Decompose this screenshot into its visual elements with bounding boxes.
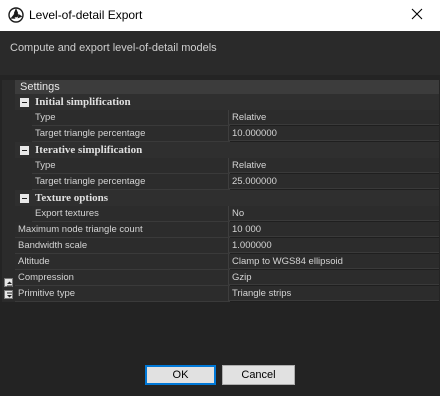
category-iterative-simplification[interactable]: Iterative simplification — [15, 142, 439, 158]
category-texture-options[interactable]: Texture options — [15, 190, 439, 206]
property-row[interactable]: Export textures No — [15, 206, 439, 222]
app-logo-icon — [8, 7, 24, 23]
ok-button[interactable]: OK — [145, 365, 216, 385]
settings-header: Settings — [15, 80, 439, 94]
settings-header-label: Settings — [20, 81, 60, 93]
property-value[interactable]: Relative — [228, 158, 439, 173]
category-label: Texture options — [35, 192, 109, 204]
property-row[interactable]: Primitive type Triangle strips — [15, 286, 439, 302]
property-row[interactable]: Type Relative — [15, 110, 439, 126]
property-value[interactable]: Clamp to WGS84 ellipsoid — [228, 254, 439, 269]
property-name: Type — [32, 158, 230, 174]
property-row[interactable]: Target triangle percentage 25.000000 — [15, 174, 439, 190]
property-value[interactable]: 25.000000 — [228, 174, 439, 189]
property-row[interactable]: Type Relative — [15, 158, 439, 174]
dialog-footer: OK Cancel — [0, 302, 440, 396]
property-value[interactable]: No — [228, 206, 439, 221]
lod-export-dialog: Level-of-detail Export Compute and expor… — [0, 0, 440, 396]
property-name: Bandwidth scale — [15, 238, 230, 254]
description-band: Compute and export level-of-detail model… — [0, 31, 440, 75]
collapse-icon[interactable] — [20, 146, 29, 155]
dialog-description: Compute and export level-of-detail model… — [10, 42, 217, 54]
collapse-icon[interactable] — [20, 194, 29, 203]
property-name: Altitude — [15, 254, 230, 270]
category-initial-simplification[interactable]: Initial simplification — [15, 94, 439, 110]
property-value[interactable]: Relative — [228, 110, 439, 125]
collapse-all-icon[interactable] — [4, 290, 13, 299]
property-row[interactable]: Maximum node triangle count 10 000 — [15, 222, 439, 238]
close-button[interactable] — [394, 0, 440, 31]
property-name: Export textures — [32, 206, 230, 222]
property-value[interactable]: 10 000 — [228, 222, 439, 237]
property-name: Maximum node triangle count — [15, 222, 230, 238]
property-row[interactable]: Bandwidth scale 1.000000 — [15, 238, 439, 254]
category-label: Initial simplification — [35, 96, 131, 108]
property-name: Compression — [15, 270, 230, 286]
cancel-button[interactable]: Cancel — [222, 365, 295, 385]
property-name: Type — [32, 110, 230, 126]
property-value[interactable]: 10.000000 — [228, 126, 439, 141]
category-label: Iterative simplification — [35, 144, 143, 156]
property-value[interactable]: Triangle strips — [228, 286, 439, 301]
property-name: Target triangle percentage — [32, 126, 230, 142]
expand-all-icon[interactable] — [4, 278, 13, 287]
property-row[interactable]: Target triangle percentage 10.000000 — [15, 126, 439, 142]
collapse-icon[interactable] — [20, 98, 29, 107]
property-name: Target triangle percentage — [32, 174, 230, 190]
title-bar: Level-of-detail Export — [0, 0, 440, 31]
property-grid-gutter — [2, 80, 15, 302]
settings-property-grid: Settings Initial simplification Type Rel… — [2, 80, 439, 302]
close-icon — [411, 8, 423, 23]
property-value[interactable]: Gzip — [228, 270, 439, 285]
property-value[interactable]: 1.000000 — [228, 238, 439, 253]
property-row[interactable]: Altitude Clamp to WGS84 ellipsoid — [15, 254, 439, 270]
property-name: Primitive type — [15, 286, 230, 302]
property-row[interactable]: Compression Gzip — [15, 270, 439, 286]
window-title: Level-of-detail Export — [29, 8, 143, 22]
